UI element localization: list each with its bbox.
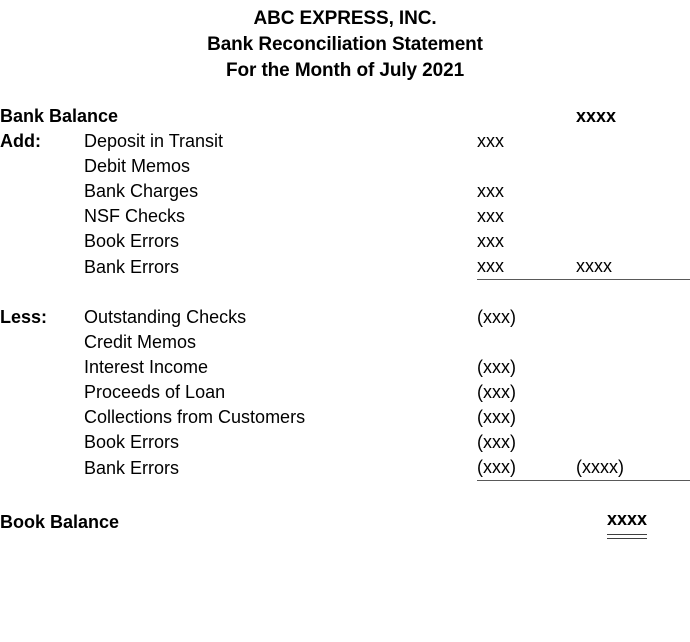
- row-amount2: [576, 405, 690, 430]
- table-row-less-collections-from-customers: Collections from Customers (xxx): [0, 405, 690, 430]
- table-row-add-book-errors: Book Errors xxx: [0, 229, 690, 254]
- row-amount1: xxx: [477, 206, 504, 226]
- row-label: NSF Checks: [84, 206, 186, 226]
- row-amount2: [576, 380, 690, 405]
- statement-title-block: ABC EXPRESS, INC. Bank Reconciliation St…: [0, 0, 690, 84]
- table-row-less-interest-income: Interest Income (xxx): [0, 355, 690, 380]
- row-amount1: [477, 154, 576, 179]
- spacer-cell: [0, 280, 84, 306]
- spacer-cell: [0, 254, 84, 280]
- less-section-label: Less:: [0, 307, 48, 327]
- book-balance-amount-cell: xxxx: [576, 506, 690, 539]
- add-section-label: Add:: [0, 131, 41, 151]
- book-balance-amount-wrap: xxxx: [576, 506, 648, 539]
- row-label: Bank Charges: [84, 181, 199, 201]
- table-row-add-nsf-checks: NSF Checks xxx: [0, 204, 690, 229]
- statement-name: Bank Reconciliation Statement: [207, 34, 483, 55]
- row-label: Debit Memos: [84, 156, 191, 176]
- section-separator: [0, 481, 690, 507]
- row-label: Deposit in Transit: [84, 131, 224, 151]
- book-balance-amount: xxxx: [607, 506, 648, 539]
- table-row-less-bank-errors: Bank Errors (xxx) (xxxx): [0, 455, 690, 481]
- spacer-cell: [0, 481, 84, 507]
- spacer-cell: [0, 179, 84, 204]
- company-name: ABC EXPRESS, INC.: [253, 8, 437, 29]
- spacer-cell: [0, 355, 84, 380]
- row-amount1: xxx: [477, 181, 504, 201]
- spacer-cell: [576, 280, 690, 306]
- row-label: Collections from Customers: [84, 407, 306, 427]
- book-balance-label: Book Balance: [0, 512, 120, 532]
- row-amount2: [576, 330, 690, 355]
- row-amount1: xxx: [477, 254, 576, 280]
- row-amount1: (xxx): [477, 382, 516, 402]
- book-balance-amount1: [477, 506, 576, 535]
- spacer-cell: [477, 481, 576, 507]
- table-row-bank-balance: Bank Balance xxxx: [0, 104, 690, 129]
- row-amount2: [576, 129, 690, 154]
- bank-balance-label: Bank Balance: [0, 106, 119, 126]
- row-label: Bank Errors: [84, 256, 180, 277]
- spacer-cell: [0, 330, 84, 355]
- table-row-add-deposit-in-transit: Add: Deposit in Transit xxx: [0, 129, 690, 154]
- table-row-less-book-errors: Book Errors (xxx): [0, 430, 690, 455]
- row-label: Interest Income: [84, 357, 209, 377]
- row-amount1: (xxx): [477, 455, 576, 481]
- table-row-less-proceeds-of-loan: Proceeds of Loan (xxx): [0, 380, 690, 405]
- statement-period: For the Month of July 2021: [225, 60, 465, 81]
- spacer-cell: [0, 229, 84, 254]
- row-amount1: xxx: [477, 231, 504, 251]
- less-section-total: (xxxx): [576, 455, 690, 481]
- row-amount1: (xxx): [477, 407, 516, 427]
- row-amount1: [477, 330, 576, 355]
- row-label: Book Errors: [84, 231, 180, 251]
- table-row-less-credit-memos: Credit Memos: [0, 330, 690, 355]
- row-amount1: (xxx): [477, 357, 516, 377]
- row-label: Outstanding Checks: [84, 307, 247, 327]
- row-amount1: (xxx): [477, 432, 516, 452]
- table-row-less-outstanding-checks: Less: Outstanding Checks (xxx): [0, 305, 690, 330]
- row-amount2: [576, 179, 690, 204]
- bank-balance-amount: xxxx: [576, 106, 617, 126]
- spacer-cell: [0, 380, 84, 405]
- row-label: Bank Errors: [84, 457, 180, 478]
- row-amount2: [576, 430, 690, 455]
- spacer-cell: [0, 430, 84, 455]
- row-amount2: [576, 154, 690, 179]
- row-amount2: [576, 355, 690, 380]
- table-row-add-bank-charges: Bank Charges xxx: [0, 179, 690, 204]
- bank-reconciliation-sheet: ABC EXPRESS, INC. Bank Reconciliation St…: [0, 0, 690, 642]
- add-section-total: xxxx: [576, 254, 690, 280]
- row-amount1: xxx: [477, 131, 504, 151]
- spacer-cell: [0, 405, 84, 430]
- row-label: Credit Memos: [84, 332, 197, 352]
- spacer-cell: [0, 455, 84, 481]
- spacer-cell: [0, 154, 84, 179]
- reconciliation-table: Bank Balance xxxx Add: Deposit in Transi…: [0, 104, 690, 539]
- row-amount2: [576, 229, 690, 254]
- bank-balance-amount1: [477, 104, 576, 129]
- spacer-cell: [0, 204, 84, 229]
- table-row-add-bank-errors: Bank Errors xxx xxxx: [0, 254, 690, 280]
- spacer-cell: [576, 481, 690, 507]
- row-amount1: (xxx): [477, 307, 516, 327]
- spacer-cell: [477, 280, 576, 306]
- row-label: Book Errors: [84, 432, 180, 452]
- row-label: Proceeds of Loan: [84, 382, 226, 402]
- row-amount2: [576, 204, 690, 229]
- table-row-add-debit-memos: Debit Memos: [0, 154, 690, 179]
- section-separator: [0, 280, 690, 306]
- table-row-book-balance: Book Balance xxxx: [0, 506, 690, 539]
- row-amount2: [576, 305, 690, 330]
- spacer-cell: [84, 481, 477, 507]
- spacer-cell: [84, 280, 477, 306]
